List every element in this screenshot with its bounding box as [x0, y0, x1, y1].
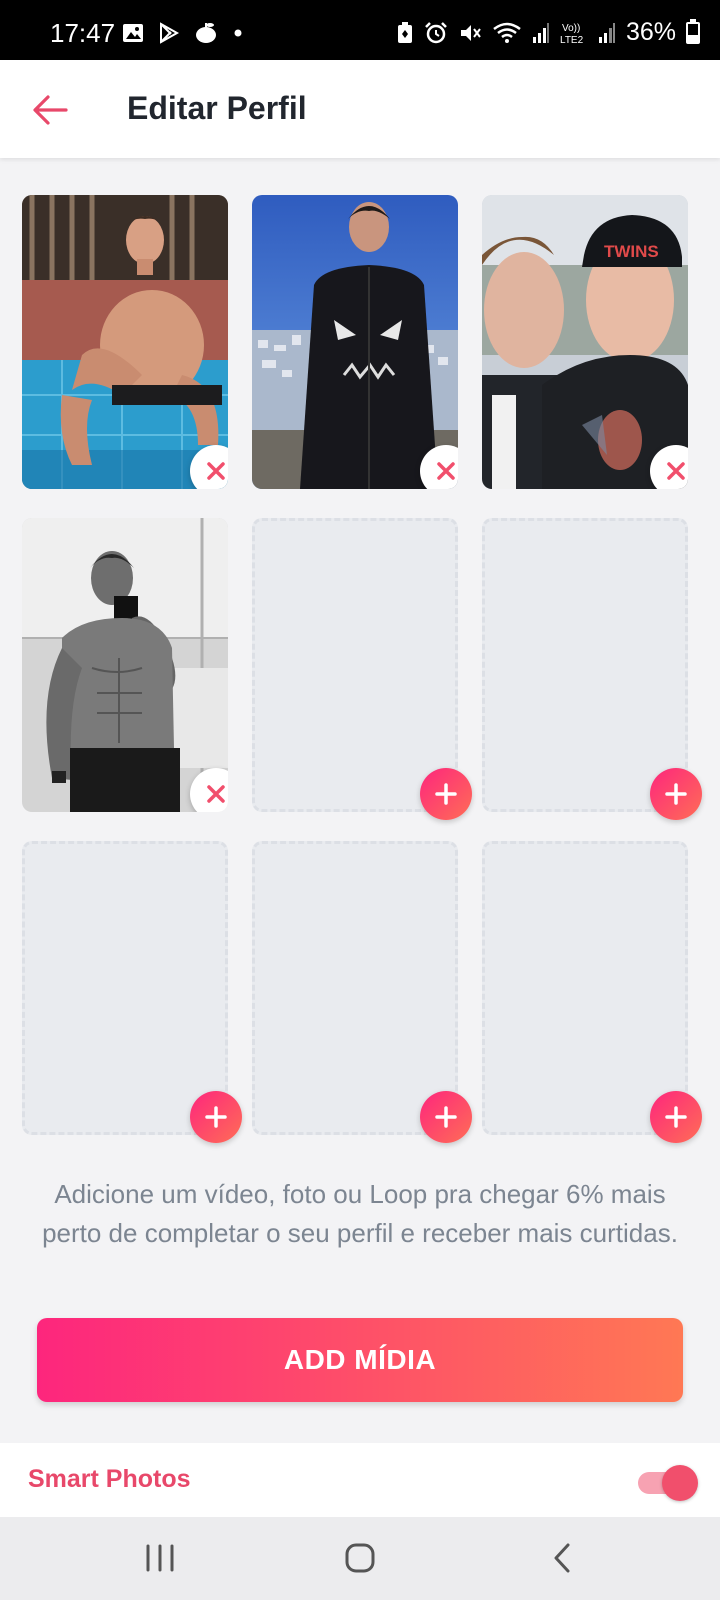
mute-icon [460, 24, 481, 41]
svg-text:LTE2: LTE2 [560, 35, 584, 46]
media-tile-2[interactable] [252, 195, 458, 489]
media-tile-3[interactable]: TWINS [482, 195, 688, 489]
profile-photo [22, 518, 228, 812]
system-navigation-bar [0, 1517, 720, 1600]
smart-photos-toggle[interactable] [638, 1465, 698, 1501]
status-time: 17:47 [50, 18, 116, 48]
dot-icon [234, 29, 242, 37]
svg-text:Vo)): Vo)) [562, 23, 580, 34]
play-store-icon [160, 22, 180, 44]
arrow-left-icon[interactable] [30, 90, 70, 130]
battery-percentage: 36% [625, 18, 676, 46]
media-tile-4[interactable] [22, 518, 228, 812]
media-tile-1[interactable] [22, 195, 228, 489]
close-icon [437, 462, 455, 480]
gallery-icon [123, 24, 143, 42]
toggle-knob [662, 1465, 698, 1501]
profile-photo: TWINS [482, 195, 688, 489]
add-media-button[interactable]: ADD MÍDIA [37, 1318, 683, 1402]
battery-icon [686, 18, 700, 44]
status-right: Vo)) LTE2 36% [396, 18, 700, 47]
close-icon [207, 462, 225, 480]
signal-icon [598, 22, 615, 43]
empty-media-slot[interactable] [22, 841, 242, 1143]
empty-media-slot[interactable] [482, 518, 702, 820]
empty-media-slot[interactable] [252, 841, 472, 1143]
apple-icon [196, 23, 216, 43]
empty-media-slot[interactable] [252, 518, 472, 820]
add-media-slot-button[interactable] [420, 768, 472, 820]
home-icon[interactable] [340, 1540, 380, 1576]
plus-icon [665, 783, 687, 805]
volte-icon: Vo)) LTE2 [560, 23, 584, 46]
plus-icon [435, 1106, 457, 1128]
add-media-slot-button[interactable] [650, 1091, 702, 1143]
app-header: Editar Perfil [0, 60, 720, 158]
recent-apps-icon[interactable] [140, 1540, 180, 1576]
profile-photo [22, 195, 228, 489]
profile-photo [252, 195, 458, 489]
add-media-slot-button[interactable] [190, 1091, 242, 1143]
status-bar: 17:47 Vo)) LTE2 36% [0, 0, 720, 60]
wifi-icon [493, 22, 521, 43]
status-left-icons [122, 22, 244, 44]
plus-icon [665, 1106, 687, 1128]
page-title: Editar Perfil [127, 90, 307, 126]
alarm-icon [425, 21, 447, 43]
back-icon[interactable] [544, 1540, 584, 1576]
smart-photos-label: Smart Photos [28, 1465, 191, 1493]
smart-photos-row: Smart Photos [0, 1443, 720, 1517]
plus-icon [435, 783, 457, 805]
battery-saver-icon [397, 21, 412, 43]
plus-icon [205, 1106, 227, 1128]
add-media-slot-button[interactable] [650, 768, 702, 820]
close-icon [207, 785, 225, 803]
close-icon [667, 462, 685, 480]
completion-hint: Adicione um vídeo, foto ou Loop pra cheg… [42, 1179, 678, 1248]
signal-icon [532, 22, 549, 43]
add-media-slot-button[interactable] [420, 1091, 472, 1143]
cap-text: TWINS [604, 242, 659, 261]
empty-media-slot[interactable] [482, 841, 702, 1143]
